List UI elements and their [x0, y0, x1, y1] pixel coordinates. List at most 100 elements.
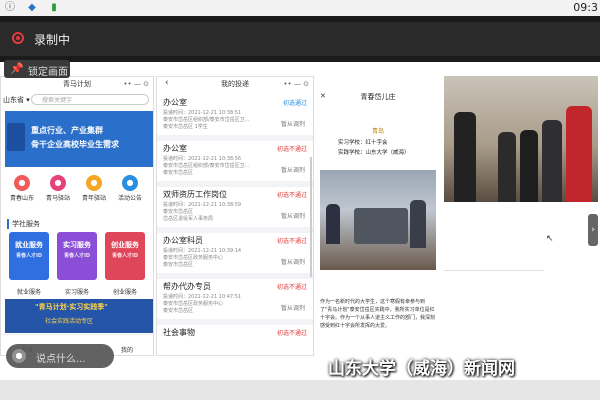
item-meta: 泰安市岱岳区政务服务中心: [163, 255, 224, 261]
status-badge: 初选不通过: [276, 330, 307, 337]
article-title: 青春岱儿庄: [360, 93, 396, 101]
quick-icon-label: 活动公告: [117, 195, 142, 202]
card-internship[interactable]: 实习服务青春人才ID: [57, 232, 97, 280]
card-subtitle: 青春人才ID: [111, 253, 138, 259]
bottom-strip: [0, 380, 600, 400]
more-icon[interactable]: •• — ⊙: [123, 77, 149, 91]
banner-decoration: [7, 123, 25, 151]
card-title: 实习服务: [63, 241, 91, 249]
card-startup[interactable]: 创业服务青春人才ID: [105, 232, 145, 280]
item-title: 办公室科员: [163, 236, 203, 245]
more-icon[interactable]: •• — ⊙: [283, 77, 309, 91]
next-arrow-icon[interactable]: ›: [588, 214, 598, 246]
photo-person: [566, 106, 592, 202]
item-meta: 泰安市岱岳区: [163, 262, 194, 268]
list-item[interactable]: 社会事物 初选不通过: [157, 325, 313, 355]
article-screen: ✕ 青春岱儿庄 青岛 实习学校：红十字会 实践学校：山东大学（威海） 作为一名新…: [318, 76, 438, 354]
item-action[interactable]: 暂从调剂: [281, 303, 305, 312]
item-meta: 投递时间：2021-12-21 10:38:51: [163, 110, 242, 116]
item-meta: 泰安市岱岳区政务服务中心: [163, 301, 224, 307]
region-selector[interactable]: 山东省 ▾: [3, 95, 30, 105]
list-item[interactable]: 帮办代办专员 初选不通过 投递时间：2021-12-21 10:47:51 泰安…: [157, 279, 313, 325]
photo-person: [454, 112, 476, 202]
scrollbar[interactable]: [310, 157, 312, 277]
article-photo: [320, 170, 436, 270]
recording-bar: 录制中: [0, 22, 600, 56]
search-bar: 山东省 ▾ 搜索关键字: [1, 93, 153, 107]
list-item[interactable]: 双师资历工作岗位 初选不通过 投递时间：2021-12-21 10:38:59 …: [157, 187, 313, 233]
quick-icon-3[interactable]: ● 青年驿站: [77, 175, 111, 202]
left-phone-title: 青马计划 •• — ⊙: [1, 77, 153, 91]
item-meta: 投递时间：2021-12-21 10:47:51: [163, 294, 242, 300]
system-status-bar: ⓘ ◆ ▮ 09:3: [0, 0, 600, 16]
status-badge: 初选通过: [282, 100, 307, 107]
nav-mine[interactable]: 我的: [121, 345, 133, 354]
item-meta: 泰安市岱岳区 1学生: [163, 124, 208, 130]
quick-icon-2[interactable]: ● 青马驿站: [41, 175, 75, 202]
lock-screen-label: 锁定画面: [28, 67, 68, 78]
item-action[interactable]: 暂从调剂: [281, 257, 305, 266]
item-action[interactable]: 暂从调剂: [281, 211, 305, 220]
clock: 09:3: [573, 1, 598, 14]
status-badge: 初选不通过: [276, 284, 307, 291]
station-icon: ●: [50, 175, 66, 191]
quick-icon-label: 青年驿站: [81, 195, 106, 202]
card-label: 创业服务: [112, 289, 137, 296]
item-meta: 泰安市岱岳区组织部/泰安市岱岳区卫...: [163, 163, 250, 169]
quick-icon-1[interactable]: ● 青春山东: [5, 175, 39, 202]
youth-station-icon: ●: [86, 175, 102, 191]
info-icon: ⓘ: [5, 2, 15, 13]
photo-person: [498, 132, 516, 202]
status-badge: 初选不通过: [276, 238, 307, 245]
signal-icon: ▮: [51, 2, 57, 13]
list-item[interactable]: 办公室 初选通过 投递时间：2021-12-21 10:38:51 泰安市岱岳区…: [157, 95, 313, 141]
card-title: 创业服务: [111, 241, 139, 249]
quick-icon-4[interactable]: ● 活动公告: [113, 175, 147, 202]
practice-banner[interactable]: "青马计划·实习实践季" 社会实践活动专区: [5, 299, 153, 333]
recording-label: 录制中: [34, 33, 71, 47]
item-action[interactable]: 暂从调剂: [281, 165, 305, 174]
photo-person: [410, 200, 426, 248]
back-icon[interactable]: ‹: [165, 78, 169, 88]
banner-line-2: 骨干企业高校毕业生需求: [31, 140, 119, 149]
card-label: 就业服务: [16, 289, 41, 296]
left-phone-screen: 青马计划 •• — ⊙ 山东省 ▾ 搜索关键字 重点行业、产业集群 骨干企业高校毕…: [0, 76, 154, 356]
lock-screen-button[interactable]: 📌 锁定画面: [4, 60, 70, 78]
status-badge: 初选不通过: [276, 192, 307, 199]
avatar-icon: ●: [12, 349, 26, 363]
middle-phone-header: 我的投递 •• — ⊙: [157, 77, 313, 91]
article-subtitle: 青岛: [371, 128, 384, 135]
promo-banner[interactable]: 重点行业、产业集群 骨干企业高校毕业生需求: [5, 111, 153, 167]
quick-icon-label: 青马驿站: [45, 195, 70, 202]
item-meta: 投递时间：2021-12-21 10:39:14: [163, 248, 242, 254]
search-input[interactable]: 搜索关键字: [31, 94, 149, 105]
item-title: 帮办代办专员: [163, 282, 211, 291]
article-info: 实践学校：山东大学（威海）: [338, 150, 410, 156]
middle-phone-title: 我的投递: [221, 80, 249, 88]
item-action[interactable]: 暂从调剂: [281, 119, 305, 128]
photo-person: [542, 120, 562, 202]
shield-icon: ◆: [28, 2, 36, 13]
list-item[interactable]: 办公室科员 初选不通过 投递时间：2021-12-21 10:39:14 泰安市…: [157, 233, 313, 279]
card-subtitle: 青春人才ID: [63, 253, 90, 259]
list-item[interactable]: 办公室 初选不通过 投递时间：2021-12-21 10:38:56 泰安市岱岳…: [157, 141, 313, 187]
divider: [444, 270, 544, 271]
photo-person: [520, 130, 538, 202]
comment-input[interactable]: ● 说点什么...: [6, 344, 114, 368]
item-title: 双师资历工作岗位: [163, 190, 227, 199]
comment-placeholder: 说点什么...: [36, 354, 86, 365]
status-badge: 初选不通过: [276, 146, 307, 153]
article-body: 作为一名新时代的大学生，这个寒假有幸参与到了"青马计划"泰安岱岳区实践中，我所实…: [320, 299, 436, 329]
watermark: 山东大学（威海）新闻网: [328, 359, 515, 379]
item-meta: 泰安市岱岳区: [163, 209, 194, 215]
item-meta: 泰安市岱岳区: [163, 170, 194, 176]
pin-icon: 📌: [10, 62, 24, 75]
record-icon[interactable]: [12, 32, 24, 44]
banner-line-1: 重点行业、产业集群: [31, 126, 103, 135]
item-meta: 岱岳区退役军人事务局: [163, 216, 214, 222]
practice-banner-title: "青马计划·实习实践季": [35, 303, 108, 311]
card-employment[interactable]: 就业服务 青春人才ID: [9, 232, 49, 280]
announcement-icon: ●: [122, 175, 138, 191]
item-meta: 泰安市岱岳区组织部/泰安市岱岳区卫...: [163, 117, 250, 123]
item-meta: 泰安市岱岳区: [163, 308, 194, 314]
